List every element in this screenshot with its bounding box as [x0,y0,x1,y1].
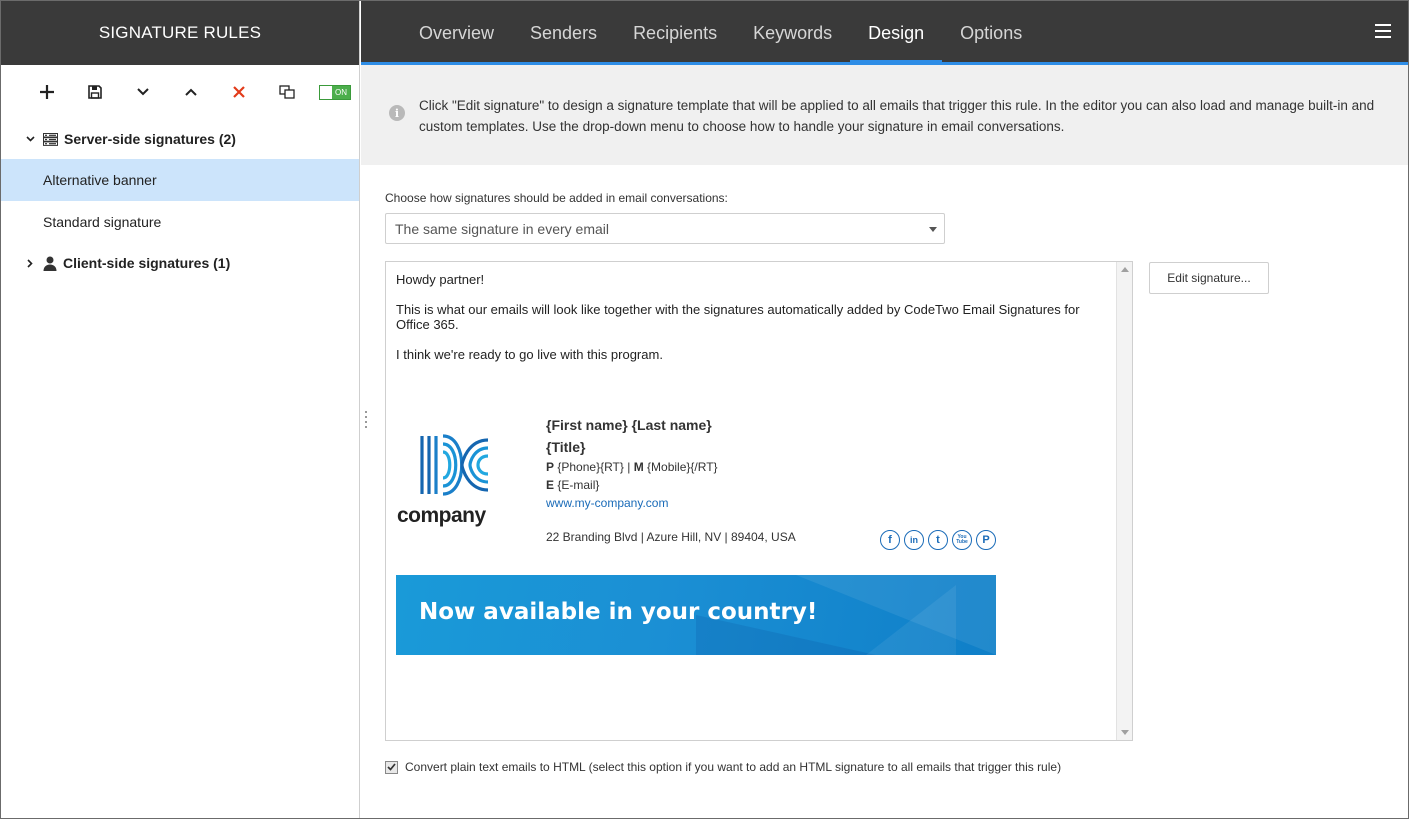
chevron-down-icon [137,88,149,96]
linkedin-icon[interactable]: in [904,530,924,550]
signature-email-line: E {E-mail} [546,476,1006,494]
duplicate-icon [279,85,295,99]
separator: | [627,460,631,474]
conversation-label: Choose how signatures should be added in… [385,191,728,205]
phone-value: {Phone}{RT} [557,460,624,474]
company-logo: company [397,432,506,532]
edit-signature-button[interactable]: Edit signature... [1149,262,1269,294]
preview-scrollbar[interactable] [1116,262,1132,740]
email-closing: I think we're ready to go live with this… [396,347,663,362]
promo-banner: Now available in your country! [396,575,996,655]
move-down-button[interactable] [119,77,167,107]
scroll-up-icon[interactable] [1121,267,1129,272]
menu-icon[interactable] [1375,24,1391,38]
phone-label: P [546,460,555,474]
email-label: E [546,478,555,492]
sidebar-title: SIGNATURE RULES [1,1,359,65]
chevron-right-icon[interactable] [23,258,37,268]
convert-html-option[interactable]: Convert plain text emails to HTML (selec… [385,760,1061,774]
tab-bar: Overview Senders Recipients Keywords Des… [361,1,1408,65]
tree-group-label: Client-side signatures (1) [63,255,231,271]
banner-text: Now available in your country! [419,599,818,625]
info-text: Click "Edit signature" to design a signa… [419,98,1375,134]
email-greeting: Howdy partner! [396,272,485,287]
duplicate-rule-button[interactable] [263,77,311,107]
pinterest-icon[interactable]: P [976,530,996,550]
plus-icon [40,85,54,99]
tab-keywords[interactable]: Keywords [735,1,850,65]
info-banner: i Click "Edit signature" to design a sig… [361,65,1408,165]
signature-phone-line: P {Phone}{RT} | M {Mobile}{/RT} [546,458,1006,476]
signature-address: 22 Branding Blvd | Azure Hill, NV | 8940… [546,530,796,544]
checkmark-icon [387,763,396,771]
main-panel: Overview Senders Recipients Keywords Des… [361,1,1408,818]
convert-html-checkbox[interactable] [385,760,398,774]
signature-preview: Howdy partner! This is what our emails w… [385,261,1133,741]
email-value: {E-mail} [557,478,600,492]
email-body: Howdy partner! This is what our emails w… [396,272,1111,377]
scroll-down-icon[interactable] [1121,730,1129,735]
app-window: SIGNATURE RULES ON Server-side signature… [0,0,1409,819]
caret-down-icon [929,227,937,232]
tree-group-label: Server-side signatures (2) [64,131,236,147]
facebook-icon[interactable]: f [880,530,900,550]
signature-title: {Title} [546,439,586,455]
add-rule-button[interactable] [23,77,71,107]
rules-toolbar: ON [1,65,359,119]
email-paragraph: This is what our emails will look like t… [396,302,1080,332]
mobile-value: {Mobile}{/RT} [647,460,718,474]
tab-senders[interactable]: Senders [512,1,615,65]
tab-recipients[interactable]: Recipients [615,1,735,65]
tree-item-alternative-banner[interactable]: Alternative banner [1,159,359,201]
chevron-up-icon [185,88,197,96]
on-off-switch: ON [319,84,351,100]
delete-icon [233,86,245,98]
server-icon [43,132,58,146]
sidebar: SIGNATURE RULES ON Server-side signature… [1,1,360,818]
rule-toggle[interactable]: ON [311,77,359,107]
tab-overview[interactable]: Overview [401,1,512,65]
mobile-label: M [633,460,644,474]
conversation-mode-select[interactable]: The same signature in every email [385,213,945,244]
youtube-icon[interactable]: You Tube [952,530,972,550]
save-button[interactable] [71,77,119,107]
toggle-knob [320,85,332,99]
tree-group-server-side[interactable]: Server-side signatures (2) [1,119,359,159]
website-link[interactable]: www.my-company.com [546,494,1006,512]
tree-group-client-side[interactable]: Client-side signatures (1) [1,243,359,283]
twitter-icon[interactable]: t [928,530,948,550]
tab-design[interactable]: Design [850,1,943,65]
tree-item-standard-signature[interactable]: Standard signature [1,201,359,243]
signature-details: {First name} {Last name} {Title} P {Phon… [546,414,1006,512]
user-icon [43,256,57,271]
social-icons: f in t You Tube P [880,530,996,550]
convert-html-label: Convert plain text emails to HTML (selec… [405,760,1062,774]
save-icon [88,85,102,99]
move-up-button[interactable] [167,77,215,107]
info-icon: i [389,105,405,121]
delete-rule-button[interactable] [215,77,263,107]
signature-name: {First name} {Last name} [546,417,712,433]
toggle-label: ON [332,85,350,99]
logo-text: company [397,504,486,527]
tab-options[interactable]: Options [942,1,1040,65]
chevron-down-icon[interactable] [23,136,37,142]
select-value: The same signature in every email [395,220,609,237]
